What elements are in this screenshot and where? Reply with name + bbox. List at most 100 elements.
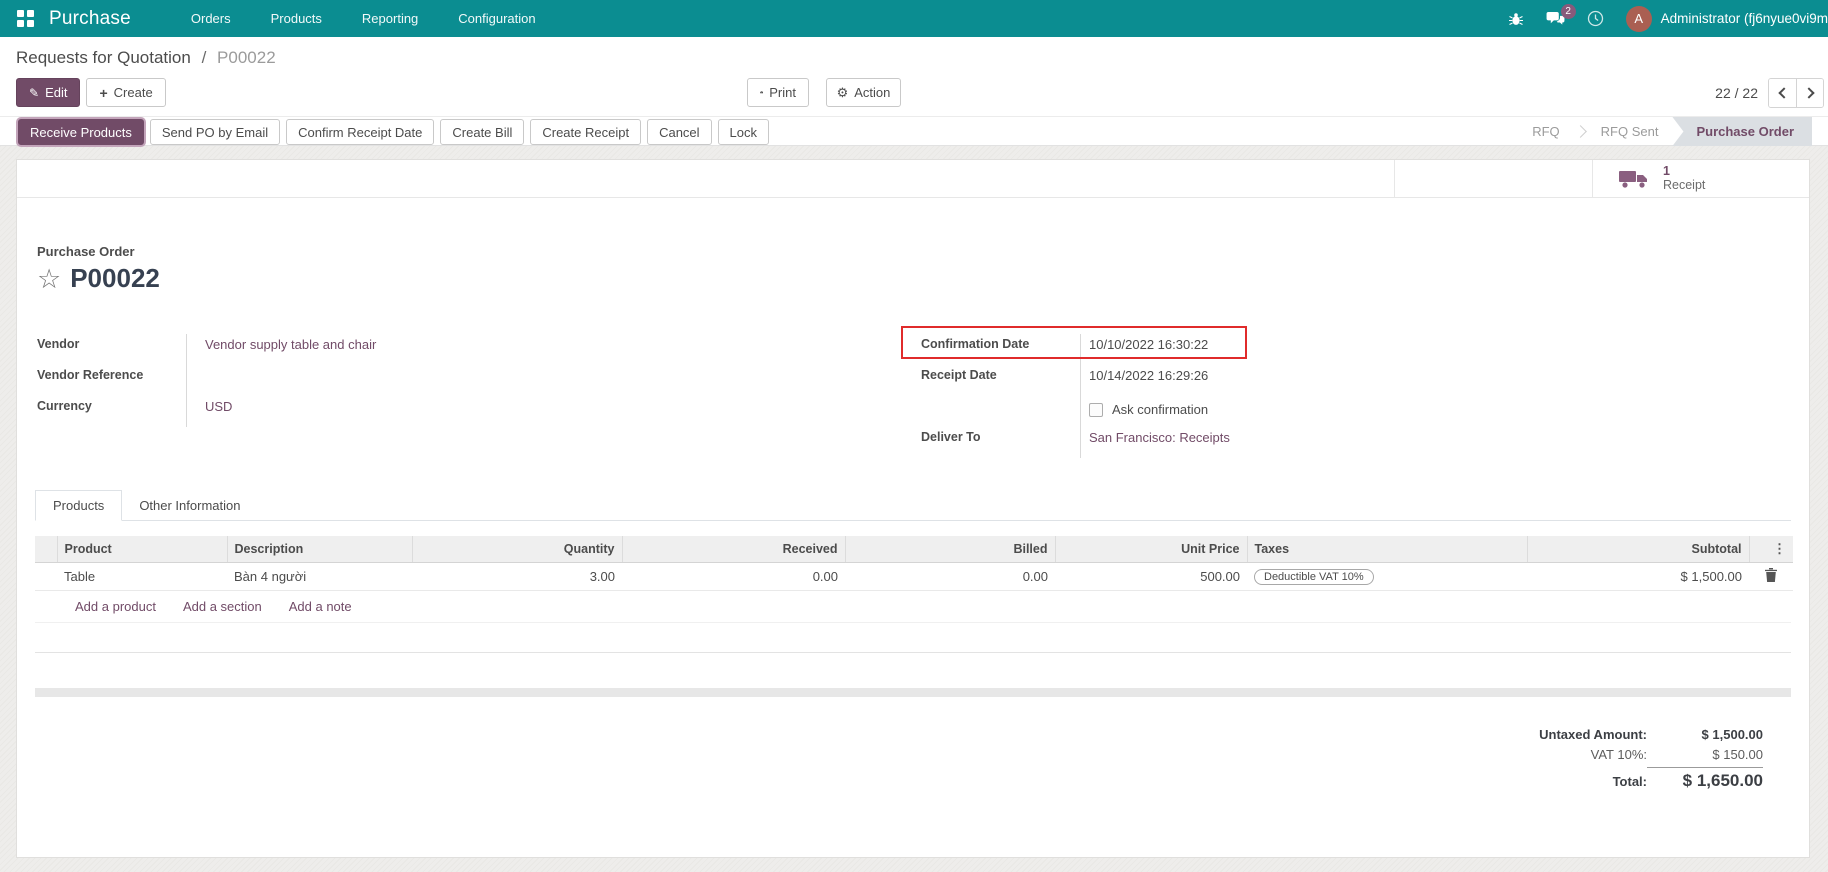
pager: 22 / 22 <box>1715 78 1824 108</box>
user-avatar[interactable]: A <box>1626 6 1652 32</box>
stage-purchase-order[interactable]: Purchase Order <box>1672 117 1812 146</box>
tab-products[interactable]: Products <box>35 490 122 521</box>
vat-value: $ 150.00 <box>1647 747 1763 762</box>
col-unit-price[interactable]: Unit Price <box>1055 536 1247 563</box>
untaxed-amount-row: Untaxed Amount: $ 1,500.00 <box>1487 727 1763 742</box>
handle-column-header <box>35 536 57 563</box>
field-ask-confirmation: Ask confirmation <box>921 396 1701 427</box>
total-label: Total: <box>1487 774 1647 789</box>
user-menu[interactable]: Administrator (fj6nyue0vi9m <box>1661 11 1828 26</box>
messages-icon[interactable]: 2 <box>1546 11 1565 27</box>
receipt-label: Receipt <box>1663 178 1705 193</box>
tax-pill[interactable]: Deductible VAT 10% <box>1254 569 1374 585</box>
navbar-right: 2 A Administrator (fj6nyue0vi9m <box>1508 0 1828 37</box>
receive-products-button[interactable]: Receive Products <box>18 119 144 145</box>
send-po-by-email-button[interactable]: Send PO by Email <box>150 119 280 145</box>
truck-icon <box>1619 168 1649 190</box>
order-lines: Product Description Quantity Received Bi… <box>35 536 1791 653</box>
breadcrumb-requests-for-quotation[interactable]: Requests for Quotation <box>16 48 191 67</box>
menu-orders[interactable]: Orders <box>173 0 249 37</box>
col-taxes[interactable]: Taxes <box>1247 536 1527 563</box>
form-sheet: 1 Receipt Purchase Order ☆ P00022 Vendor… <box>16 159 1810 858</box>
cell-taxes: Deductible VAT 10% <box>1247 563 1527 591</box>
cell-billed[interactable]: 0.00 <box>845 563 1055 591</box>
field-vendor: Vendor Vendor supply table and chair <box>37 334 817 365</box>
vendor-value[interactable]: Vendor supply table and chair <box>187 334 376 355</box>
debug-bug-icon[interactable] <box>1508 11 1524 27</box>
vat-label: VAT 10%: <box>1487 747 1647 762</box>
confirmation-date-value[interactable]: 10/10/2022 16:30:22 <box>1081 334 1208 355</box>
add-a-section-link[interactable]: Add a section <box>183 599 262 614</box>
col-product[interactable]: Product <box>57 536 227 563</box>
stage-pipeline: RFQ RFQ Sent Purchase Order <box>1528 117 1812 146</box>
field-vendor-reference: Vendor Reference <box>37 365 817 396</box>
favorite-star-icon[interactable]: ☆ <box>37 266 61 292</box>
chevron-right-icon <box>1803 87 1814 98</box>
receipt-date-value[interactable]: 10/14/2022 16:29:26 <box>1081 365 1208 386</box>
pager-next-button[interactable] <box>1796 79 1823 107</box>
print-button[interactable]: Print <box>747 78 809 107</box>
col-received[interactable]: Received <box>622 536 845 563</box>
pager-previous-button[interactable] <box>1769 79 1796 107</box>
printer-icon <box>760 86 763 99</box>
untaxed-amount-label: Untaxed Amount: <box>1487 727 1647 742</box>
create-button[interactable]: + Create <box>86 78 165 107</box>
col-quantity[interactable]: Quantity <box>412 536 622 563</box>
table-header-row: Product Description Quantity Received Bi… <box>35 536 1793 563</box>
optional-columns-icon[interactable]: ⋮ <box>1749 536 1793 563</box>
ask-confirmation-label: Ask confirmation <box>1112 402 1208 417</box>
activities-clock-icon[interactable] <box>1587 10 1604 27</box>
chevron-left-icon <box>1778 87 1789 98</box>
app-name[interactable]: Purchase <box>49 8 131 30</box>
confirm-receipt-date-button[interactable]: Confirm Receipt Date <box>286 119 434 145</box>
lock-button[interactable]: Lock <box>718 119 769 145</box>
col-subtotal[interactable]: Subtotal <box>1527 536 1749 563</box>
receipt-smart-button[interactable]: 1 Receipt <box>1592 160 1809 197</box>
notebook-tabs: Products Other Information <box>35 490 1791 521</box>
edit-button-label: Edit <box>45 85 67 100</box>
section-divider <box>35 688 1791 697</box>
create-bill-button[interactable]: Create Bill <box>440 119 524 145</box>
delete-line-button[interactable] <box>1749 563 1793 591</box>
add-a-product-link[interactable]: Add a product <box>75 599 156 614</box>
table-row[interactable]: Table Bàn 4 người 3.00 0.00 0.00 500.00 … <box>35 563 1793 591</box>
vendor-reference-value[interactable] <box>187 365 205 371</box>
stage-rfq[interactable]: RFQ <box>1528 124 1563 139</box>
row-handle[interactable] <box>35 563 57 591</box>
col-description[interactable]: Description <box>227 536 412 563</box>
stage-rfq-sent[interactable]: RFQ Sent <box>1597 124 1663 139</box>
field-confirmation-date: Confirmation Date 10/10/2022 16:30:22 <box>921 334 1701 365</box>
menu-configuration[interactable]: Configuration <box>440 0 553 37</box>
edit-button[interactable]: ✎ Edit <box>16 78 80 107</box>
deliver-to-label: Deliver To <box>921 427 1081 458</box>
gear-icon: ⚙ <box>837 85 849 101</box>
cell-product[interactable]: Table <box>57 563 227 591</box>
currency-value[interactable]: USD <box>187 396 232 417</box>
field-currency: Currency USD <box>37 396 817 427</box>
vendor-reference-label: Vendor Reference <box>37 365 187 396</box>
action-button-label: Action <box>854 85 890 100</box>
cell-unit-price[interactable]: 500.00 <box>1055 563 1247 591</box>
confirmation-date-label: Confirmation Date <box>921 334 1081 365</box>
tab-other-information[interactable]: Other Information <box>122 491 257 520</box>
cancel-button[interactable]: Cancel <box>647 119 711 145</box>
menu-products[interactable]: Products <box>253 0 340 37</box>
apps-menu-icon[interactable] <box>17 10 34 27</box>
table-bottom-spacer <box>35 623 1791 653</box>
cell-received[interactable]: 0.00 <box>622 563 845 591</box>
menu-reporting[interactable]: Reporting <box>344 0 436 37</box>
field-group-right: Confirmation Date 10/10/2022 16:30:22 Re… <box>921 334 1701 458</box>
print-button-label: Print <box>769 85 796 100</box>
create-receipt-button[interactable]: Create Receipt <box>530 119 641 145</box>
ask-confirmation-checkbox[interactable] <box>1089 403 1103 417</box>
cell-quantity[interactable]: 3.00 <box>412 563 622 591</box>
col-billed[interactable]: Billed <box>845 536 1055 563</box>
breadcrumb-current: P00022 <box>217 48 276 67</box>
add-a-note-link[interactable]: Add a note <box>289 599 352 614</box>
trash-icon <box>1765 568 1777 582</box>
action-button[interactable]: ⚙ Action <box>826 78 901 107</box>
statusbar: Receive Products Send PO by Email Confir… <box>0 116 1828 146</box>
vat-row: VAT 10%: $ 150.00 <box>1487 747 1763 762</box>
cell-description[interactable]: Bàn 4 người <box>227 563 412 591</box>
deliver-to-value[interactable]: San Francisco: Receipts <box>1081 427 1230 448</box>
